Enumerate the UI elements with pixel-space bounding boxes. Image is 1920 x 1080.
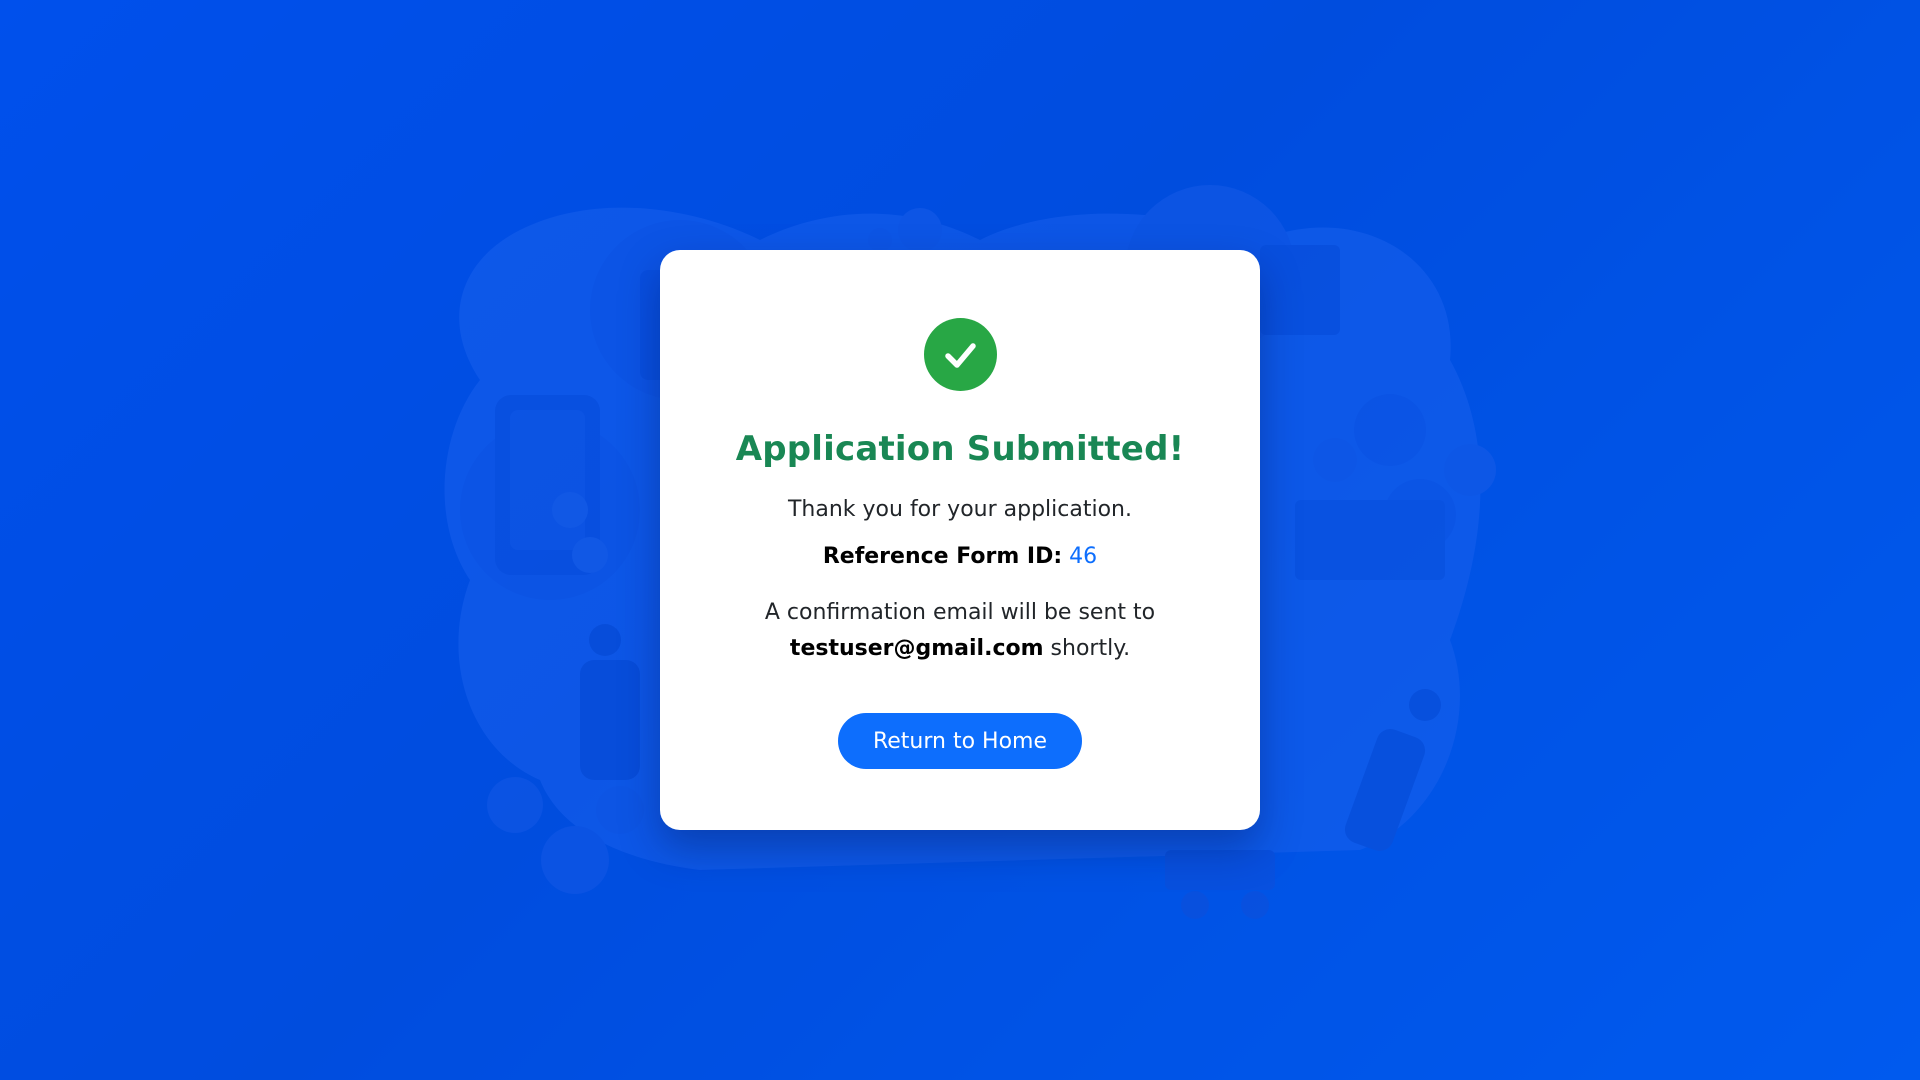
reference-line: Reference Form ID: 46 — [660, 544, 1260, 569]
confirmation-card: Application Submitted! Thank you for you… — [660, 250, 1260, 830]
thanks-message: Thank you for your application. — [787, 497, 1132, 522]
confirmation-message: A confirmation email will be sent to tes… — [660, 595, 1260, 667]
reference-label: Reference Form ID: — [822, 544, 1063, 569]
confirmation-suffix: shortly. — [1050, 636, 1131, 661]
confirmation-email: testuser@gmail.com — [789, 636, 1044, 661]
page-title: Application Submitted! — [735, 429, 1185, 469]
return-home-button[interactable]: Return to Home — [838, 713, 1082, 769]
checkmark-icon — [945, 342, 976, 368]
check-circle-icon — [923, 318, 997, 391]
reference-id: 46 — [1069, 544, 1098, 569]
confirmation-prefix: A confirmation email will be sent to — [764, 600, 1156, 625]
